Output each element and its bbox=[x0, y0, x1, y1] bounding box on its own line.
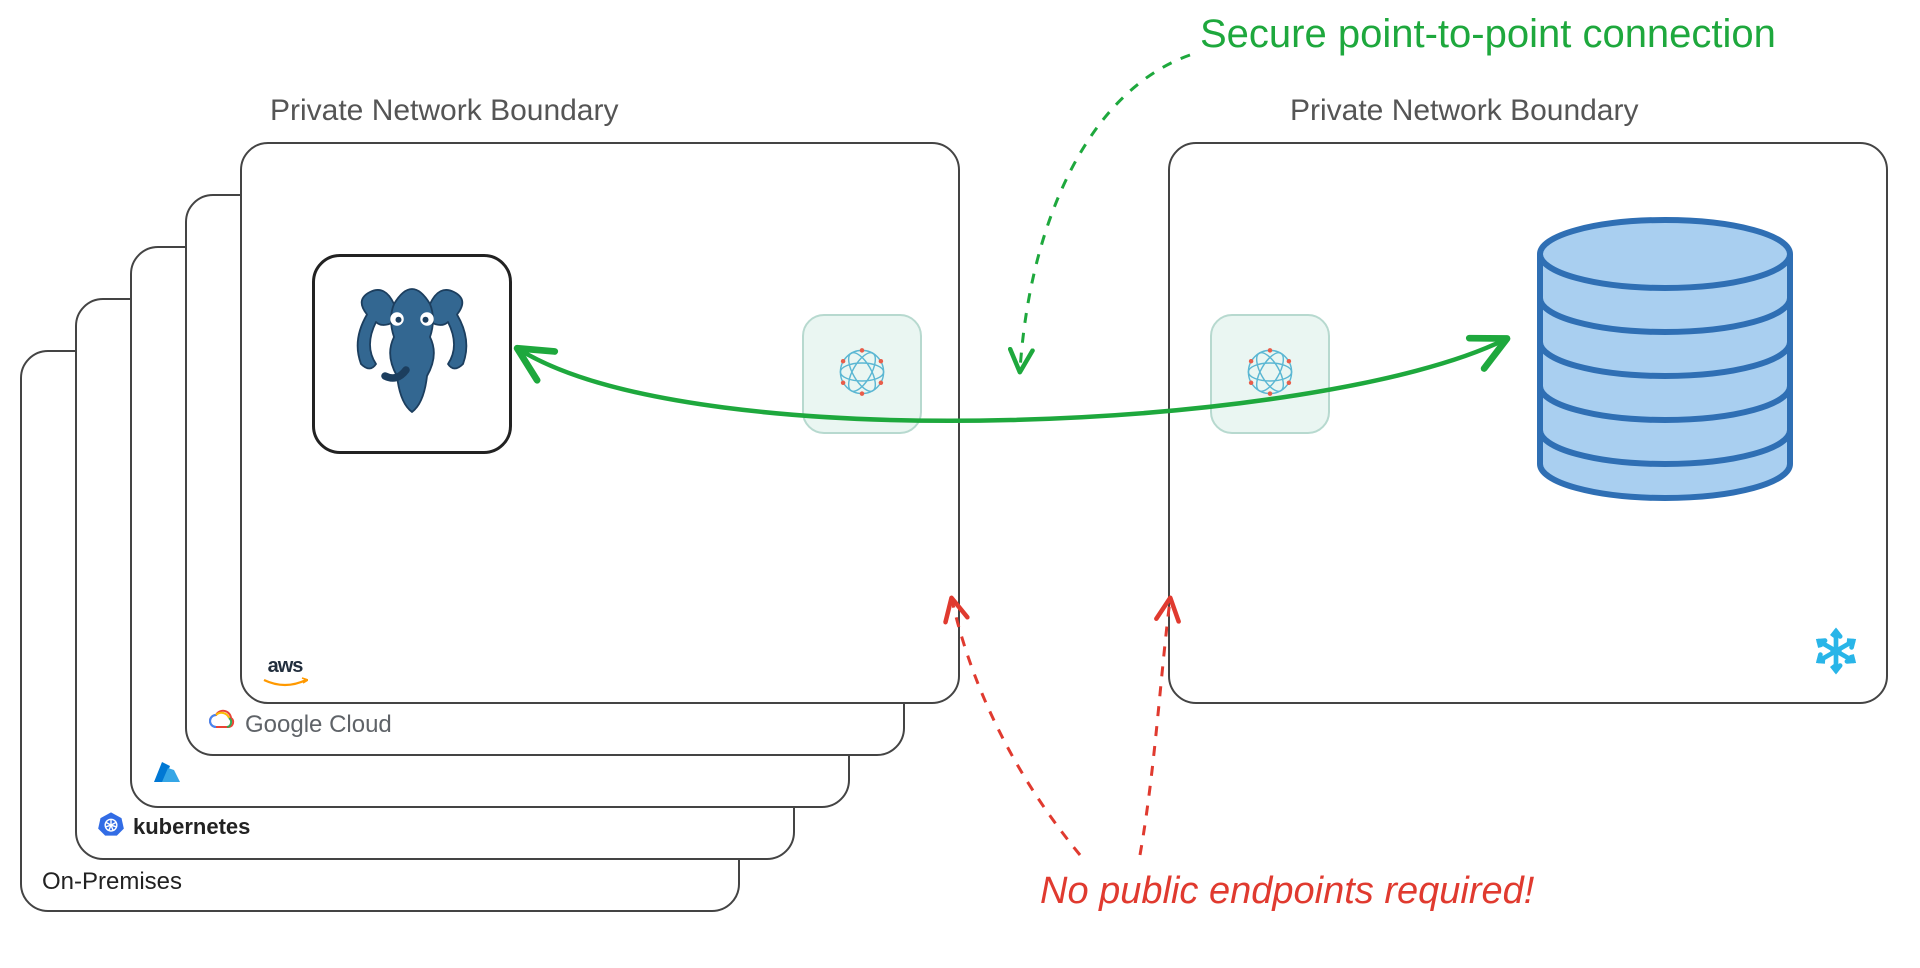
database-icon bbox=[1510, 204, 1820, 529]
annotation-secure: Secure point-to-point connection bbox=[1200, 12, 1776, 57]
postgres-icon bbox=[337, 277, 487, 432]
onprem-text: On-Premises bbox=[42, 868, 182, 896]
provider-label-aws: aws bbox=[262, 656, 308, 688]
boundary-card-snowflake bbox=[1168, 142, 1888, 704]
boundary-card-aws: aws bbox=[240, 142, 960, 704]
annotation-nopublic: No public endpoints required! bbox=[1040, 870, 1534, 913]
azure-icon bbox=[152, 760, 182, 792]
kubernetes-icon bbox=[97, 810, 125, 844]
provider-label-gcp: Google Cloud bbox=[207, 709, 392, 740]
network-node-right bbox=[1210, 314, 1330, 434]
network-node-left bbox=[802, 314, 922, 434]
provider-label-onprem: On-Premises bbox=[42, 868, 182, 896]
snowflake-icon bbox=[1810, 625, 1862, 682]
right-boundary-label: Private Network Boundary bbox=[1290, 94, 1639, 128]
gcp-icon bbox=[207, 709, 237, 740]
left-boundary-label: Private Network Boundary bbox=[270, 94, 619, 128]
provider-label-azure bbox=[152, 760, 182, 792]
mesh-icon bbox=[817, 327, 907, 422]
provider-label-k8s: kubernetes bbox=[97, 810, 250, 844]
aws-icon: aws bbox=[262, 656, 308, 688]
postgres-tile bbox=[312, 254, 512, 454]
k8s-text: kubernetes bbox=[133, 814, 250, 840]
mesh-icon bbox=[1225, 327, 1315, 422]
pointer-nopublic-right bbox=[1140, 600, 1170, 855]
pointer-nopublic-left bbox=[952, 600, 1080, 855]
pointer-secure bbox=[1020, 55, 1190, 370]
gcp-text: Google Cloud bbox=[245, 711, 392, 739]
